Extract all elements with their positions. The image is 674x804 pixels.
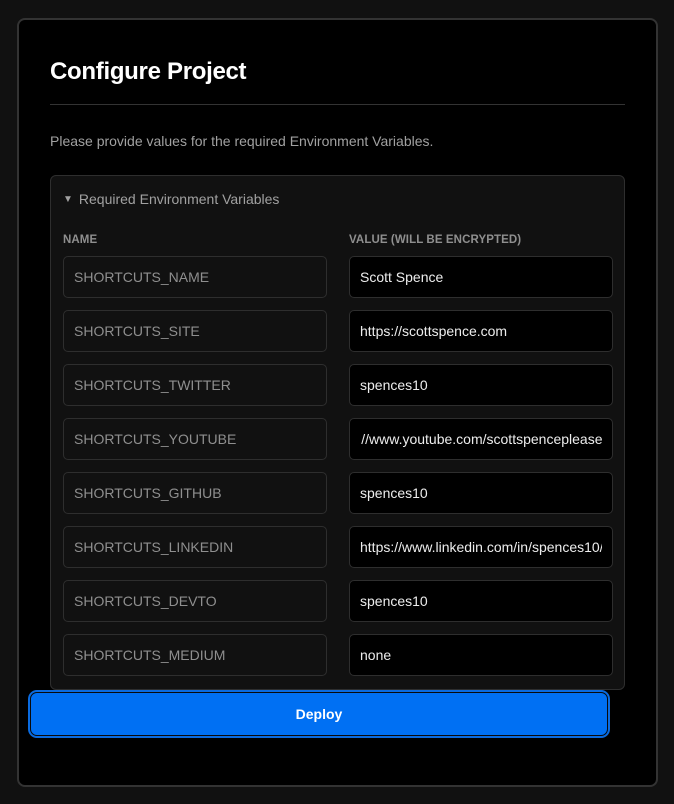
env-name-field[interactable] xyxy=(63,310,327,352)
env-value-field[interactable] xyxy=(349,634,613,676)
triangle-down-icon: ▼ xyxy=(63,193,73,205)
env-value-field[interactable] xyxy=(349,256,613,298)
env-name-field[interactable] xyxy=(63,580,327,622)
env-variable-rows xyxy=(63,256,614,688)
env-value-field[interactable] xyxy=(349,310,613,352)
env-row xyxy=(63,418,614,472)
env-row xyxy=(63,472,614,526)
value-column-header: VALUE (WILL BE ENCRYPTED) xyxy=(349,234,522,246)
env-name-field[interactable] xyxy=(63,472,327,514)
env-name-field[interactable] xyxy=(63,364,327,406)
env-value-field[interactable] xyxy=(349,418,613,460)
env-name-field[interactable] xyxy=(63,526,327,568)
title-divider xyxy=(50,104,625,105)
page-title: Configure Project xyxy=(50,58,247,85)
env-value-field[interactable] xyxy=(349,580,613,622)
deploy-button[interactable]: Deploy xyxy=(28,690,610,738)
env-value-field[interactable] xyxy=(349,364,613,406)
env-name-field[interactable] xyxy=(63,634,327,676)
env-variables-panel: ▼ Required Environment Variables NAME VA… xyxy=(50,175,625,690)
env-row xyxy=(63,526,614,580)
configure-project-card: Configure Project Please provide values … xyxy=(17,18,658,787)
env-row xyxy=(63,580,614,634)
name-column-header: NAME xyxy=(63,234,98,246)
description-text: Please provide values for the required E… xyxy=(50,133,434,149)
env-row xyxy=(63,310,614,364)
env-name-field[interactable] xyxy=(63,256,327,298)
env-variables-summary-label: Required Environment Variables xyxy=(78,191,280,207)
env-row xyxy=(63,364,614,418)
env-variables-toggle[interactable]: ▼ Required Environment Variables xyxy=(63,191,279,207)
env-row xyxy=(63,634,614,688)
env-row xyxy=(63,256,614,310)
env-name-field[interactable] xyxy=(63,418,327,460)
env-value-field[interactable] xyxy=(349,472,613,514)
env-value-field[interactable] xyxy=(349,526,613,568)
